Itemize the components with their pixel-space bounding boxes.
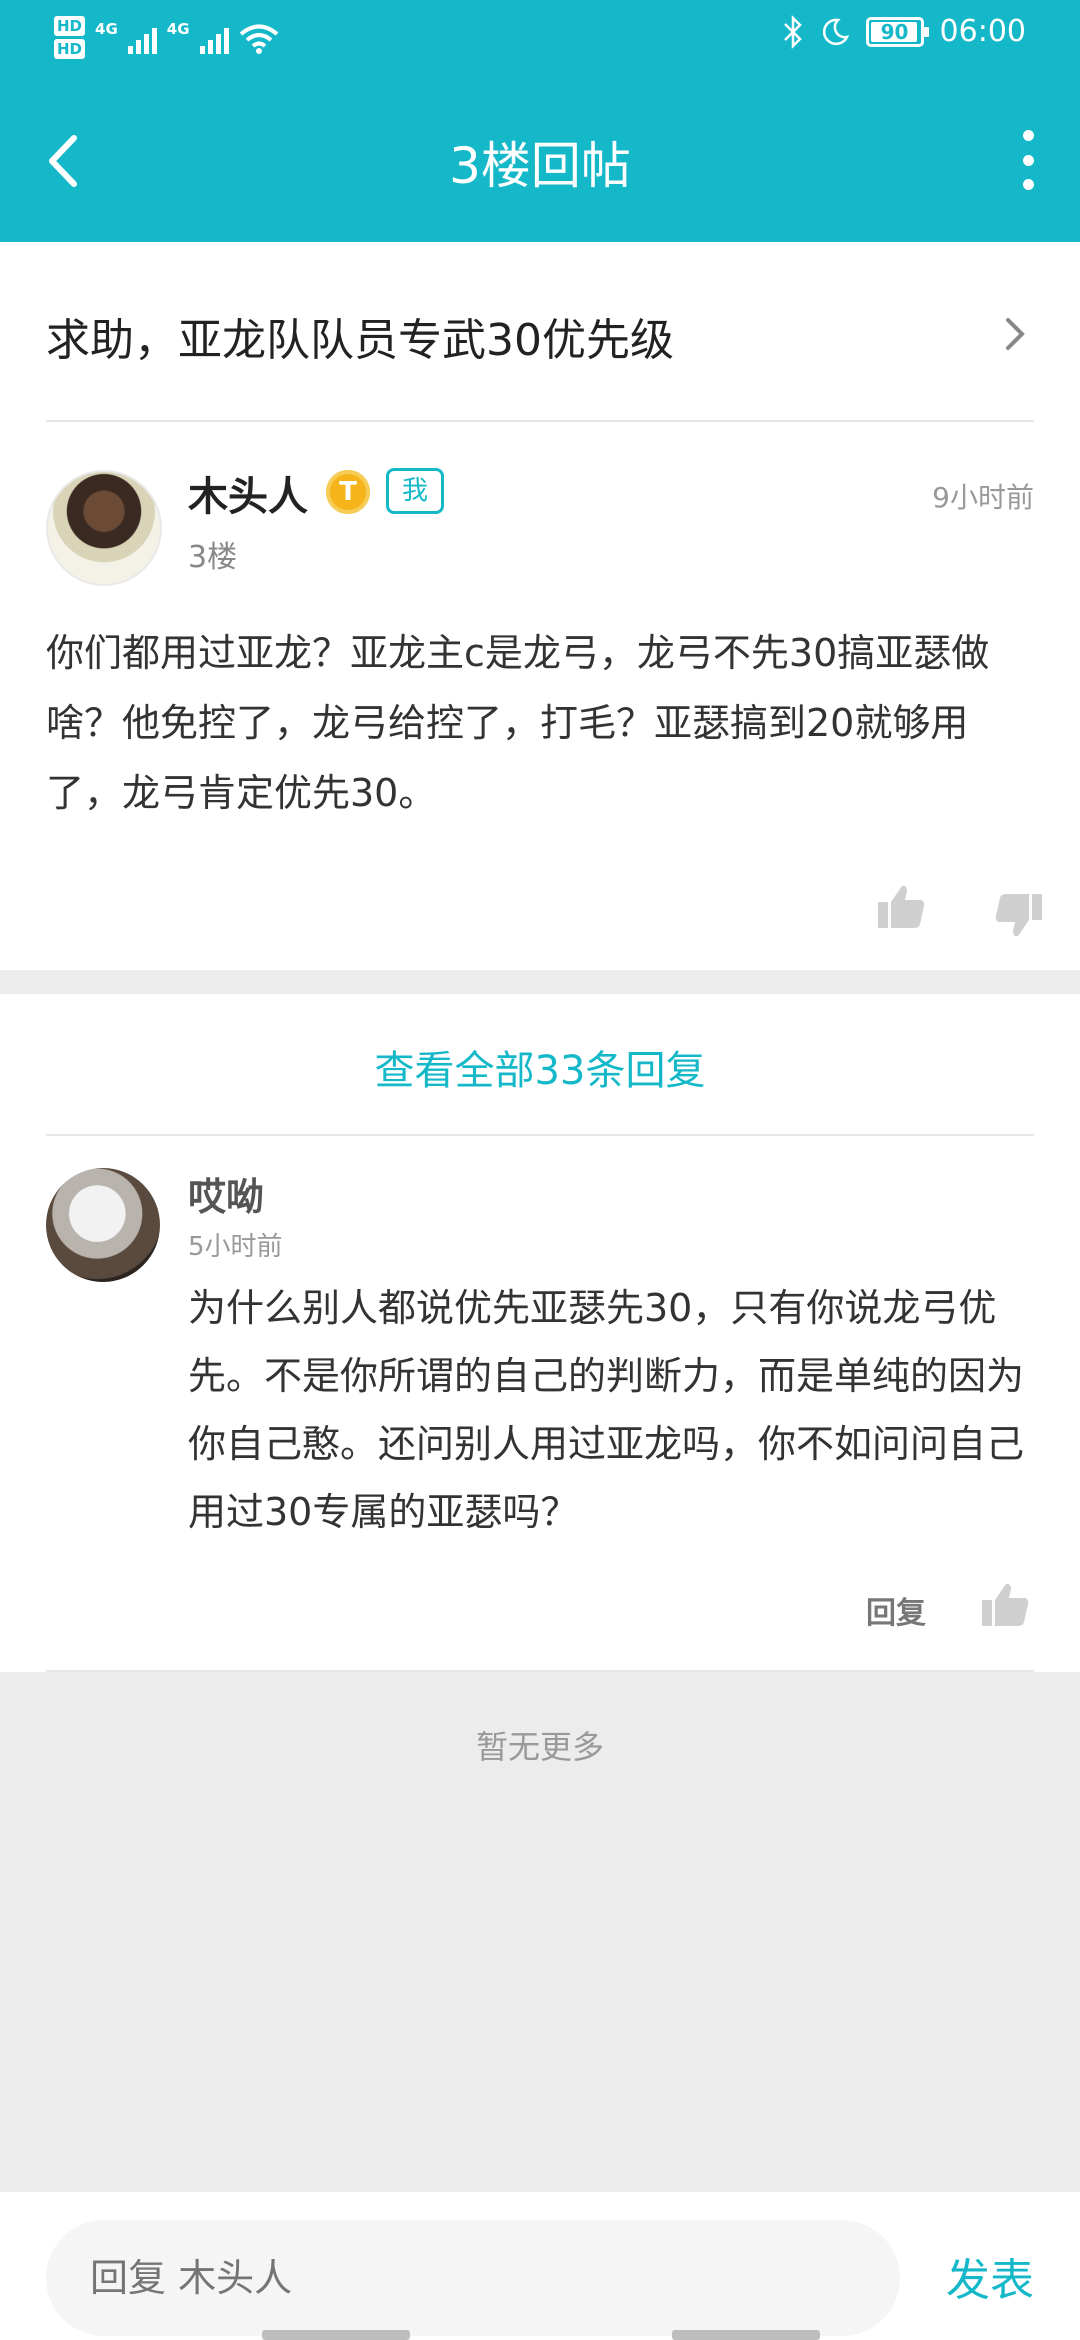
- bluetooth-icon: [783, 14, 802, 49]
- more-dot: [1022, 154, 1034, 166]
- signal-icon-2: [199, 24, 229, 54]
- divider: [46, 1134, 1034, 1136]
- reply-composer: 发表: [0, 2192, 1080, 2340]
- network-type-1: 4G: [95, 20, 118, 38]
- level-badge-icon: T: [326, 470, 370, 514]
- hd-label-1: HD: [54, 16, 86, 36]
- more-menu-button[interactable]: [1016, 130, 1040, 190]
- battery-icon: 90: [865, 16, 929, 47]
- moon-icon: [822, 18, 849, 45]
- nav-handle: [262, 2330, 410, 2340]
- wifi-icon: [239, 24, 278, 54]
- reply-input[interactable]: [46, 2220, 900, 2336]
- original-post-card: 求助，亚龙队队员专武30优先级 木头人 T 我 3楼 9小时前 你们都用过亚龙？…: [0, 242, 1080, 970]
- reply-button[interactable]: 回复: [866, 1588, 926, 1632]
- replies-section: 查看全部33条回复 哎呦 5小时前 为什么别人都说优先亚瑟先30，只有你说龙弓优…: [0, 994, 1080, 1672]
- signal-icon: [127, 24, 157, 54]
- floor-number: 3楼: [188, 540, 238, 575]
- status-bar: HD HD 4G 4G 90 06:00: [0, 0, 1080, 80]
- thumbs-up-icon[interactable]: [980, 1580, 1030, 1630]
- network-type-2: 4G: [166, 20, 190, 38]
- status-left: HD HD 4G 4G: [54, 16, 279, 62]
- thumbs-down-icon[interactable]: [994, 890, 1044, 940]
- battery-level: 90: [880, 19, 909, 44]
- app-bar: 3楼回帖: [0, 80, 1080, 242]
- me-badge: 我: [386, 468, 444, 514]
- reply-time: 5小时前: [188, 1232, 283, 1262]
- reply-body: 为什么别人都说优先亚瑟先30，只有你说龙弓优先。不是你所谓的自己的判断力，而是单…: [188, 1286, 1025, 1534]
- more-dot: [1022, 130, 1034, 141]
- thread-title-link[interactable]: 求助，亚龙队队员专武30优先级: [46, 304, 674, 368]
- send-button[interactable]: 发表: [946, 2244, 1034, 2308]
- hd-icons: HD HD: [54, 16, 86, 62]
- clock: 06:00: [939, 14, 1026, 49]
- nav-handle: [672, 2330, 820, 2340]
- post-body: 你们都用过亚龙？亚龙主c是龙弓，龙弓不先30搞亚瑟做啥？他免控了，龙弓给控了，打…: [46, 631, 990, 815]
- status-right: 90 06:00: [782, 14, 1026, 49]
- view-all-replies-link[interactable]: 查看全部33条回复: [0, 1038, 1080, 1096]
- divider: [46, 1670, 1034, 1672]
- hd-label-2: HD: [54, 39, 86, 59]
- no-more-label: 暂无更多: [475, 1728, 604, 1766]
- chevron-right-icon[interactable]: [1000, 312, 1030, 356]
- avatar[interactable]: [46, 470, 162, 586]
- post-time: 9小时前: [932, 481, 1034, 514]
- page-title: 3楼回帖: [449, 137, 631, 195]
- divider: [46, 420, 1034, 422]
- avatar[interactable]: [46, 1168, 160, 1282]
- section-separator: [0, 970, 1080, 994]
- author-name[interactable]: 木头人: [188, 464, 308, 522]
- more-dot: [1022, 179, 1034, 190]
- thumbs-up-icon[interactable]: [876, 882, 926, 932]
- reply-author[interactable]: 哎呦: [188, 1166, 264, 1221]
